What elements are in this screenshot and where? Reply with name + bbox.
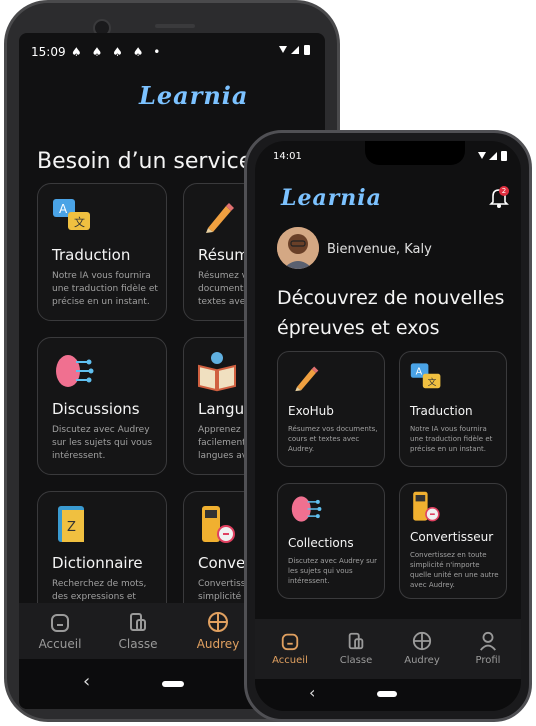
- greeting-text: Bienvenue, Kaly: [327, 242, 432, 257]
- service-card-collections[interactable]: Collections Discutez avec Audrey sur les…: [277, 483, 385, 599]
- card-description: Discutez avec Audrey sur les sujets qui …: [288, 557, 378, 586]
- card-title: Traduction: [52, 246, 131, 264]
- converter-icon: [413, 491, 440, 522]
- signal-battery-icon: [279, 45, 310, 55]
- service-card-discussions[interactable]: Discussions Discutez avec Audrey sur les…: [37, 337, 167, 475]
- back-button[interactable]: ‹: [83, 671, 90, 692]
- card-description: Notre IA vous fournira une traduction fi…: [410, 425, 493, 454]
- app-logo: Learnia: [139, 81, 249, 110]
- pencil-icon: [295, 366, 319, 392]
- class-icon: [130, 613, 146, 631]
- service-card-traduction[interactable]: A 文 Traduction Notre IA vous fournira un…: [399, 351, 507, 467]
- brain-icon: [56, 355, 94, 387]
- signal-battery-icon: [478, 151, 507, 161]
- card-title: Traduction: [410, 404, 473, 418]
- notification-icons: ♠ ♠ ♠ ♠ •: [71, 45, 164, 59]
- earpiece-speaker: [155, 24, 195, 28]
- svg-text:文: 文: [74, 215, 85, 229]
- card-description: Notre IA vous fournira une traduction fi…: [52, 271, 158, 308]
- phone-notch: [365, 141, 465, 165]
- nav-item-accueil[interactable]: Accueil: [25, 611, 95, 651]
- home-icon: [281, 633, 299, 651]
- class-icon: [348, 632, 364, 650]
- card-description: Discutez avec Audrey sur les sujets qui …: [52, 425, 153, 462]
- card-title: ExoHub: [288, 404, 334, 418]
- translate-icon: A 文: [53, 199, 90, 230]
- card-title: Discussions: [52, 400, 140, 418]
- nav-item-audrey[interactable]: Audrey: [183, 611, 253, 651]
- card-description: Convertissez en toute simplicité n'impor…: [410, 551, 499, 590]
- nav-item-audrey[interactable]: Audrey: [391, 631, 453, 666]
- notification-bell[interactable]: 2: [489, 186, 509, 213]
- audrey-icon: [412, 631, 432, 651]
- profile-icon: [480, 631, 496, 651]
- audrey-icon: [208, 612, 228, 632]
- back-button[interactable]: ‹: [309, 683, 315, 702]
- nav-item-classe[interactable]: Classe: [325, 631, 387, 666]
- page-title: Besoin d’un service?: [37, 149, 264, 174]
- pencil-icon: [206, 203, 234, 233]
- nav-item-accueil[interactable]: Accueil: [259, 631, 321, 666]
- translate-icon: A 文: [410, 363, 441, 389]
- card-title: Convertisseur: [410, 530, 494, 544]
- avatar-icon: [277, 227, 319, 269]
- service-card-convertisseur[interactable]: Convertisseur Convertissez en toute simp…: [399, 483, 507, 599]
- status-time: 14:01: [273, 151, 302, 162]
- svg-text:Z: Z: [67, 520, 76, 535]
- svg-text:文: 文: [428, 376, 437, 388]
- home-button[interactable]: [377, 691, 397, 697]
- status-icons: [477, 150, 511, 165]
- brain-icon: [291, 496, 322, 522]
- home-icon: [51, 614, 69, 632]
- avatar[interactable]: [277, 227, 319, 269]
- front-phone: 14:01 Learnia 2 Bienvenue, Kaly Découvre…: [244, 130, 532, 722]
- card-description: Résumez vos documents, cours et textes a…: [288, 425, 378, 454]
- card-description: Recherchez de mots, des expressions et: [52, 579, 147, 603]
- service-card-exohub[interactable]: ExoHub Résumez vos documents, cours et t…: [277, 351, 385, 467]
- page-title-line1: Découvrez de nouvelles: [277, 287, 505, 309]
- page-title-line2: épreuves et exos: [277, 317, 440, 339]
- svg-text:A: A: [59, 202, 68, 216]
- front-phone-screen: 14:01 Learnia 2 Bienvenue, Kaly Découvre…: [255, 141, 521, 711]
- bottom-nav: Accueil Classe Audrey Profil: [255, 619, 521, 679]
- svg-text:A: A: [416, 367, 423, 378]
- converter-icon: [202, 506, 235, 543]
- dictionary-icon: Z: [58, 506, 84, 542]
- service-card-traduction[interactable]: A 文 Traduction Notre IA vous fournira un…: [37, 183, 167, 321]
- card-title: Dictionnaire: [52, 554, 143, 572]
- notification-badge: 2: [499, 186, 509, 196]
- status-icons: [277, 43, 315, 60]
- system-nav-bar: ‹: [255, 679, 521, 711]
- nav-item-classe[interactable]: Classe: [103, 611, 173, 651]
- nav-item-profil[interactable]: Profil: [457, 631, 519, 666]
- app-logo: Learnia: [281, 185, 382, 211]
- status-time: 15:09: [31, 45, 66, 59]
- card-title: Collections: [288, 536, 354, 550]
- home-button[interactable]: [162, 681, 184, 687]
- book-icon: [198, 352, 236, 392]
